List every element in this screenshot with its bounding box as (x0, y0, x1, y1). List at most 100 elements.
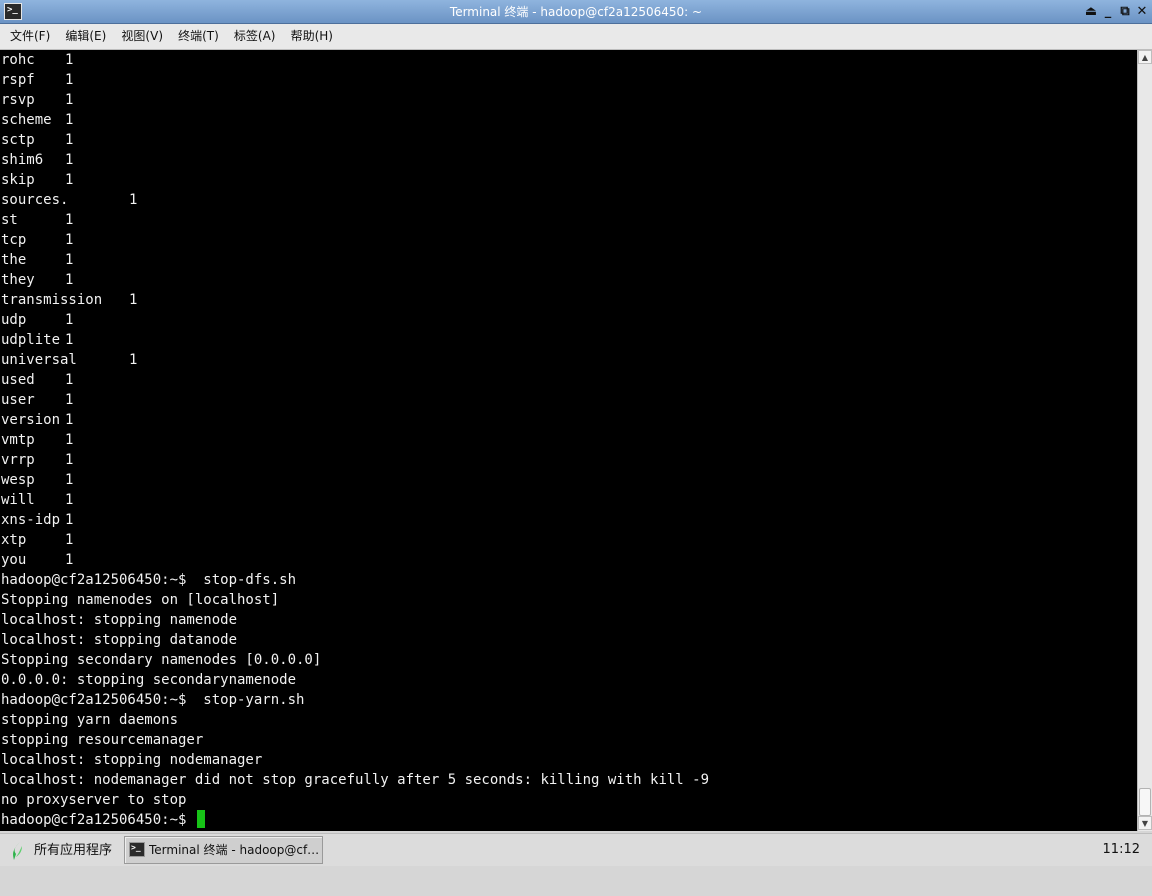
word-text: will (1, 492, 35, 508)
word-text: rsvp (1, 92, 35, 108)
word-count-line: universal 1 (1, 350, 709, 370)
word-count: 1 (65, 532, 74, 548)
menu-help[interactable]: 帮助(H) (291, 24, 333, 49)
word-text: user (1, 392, 35, 408)
terminal-output-line: Stopping secondary namenodes [0.0.0.0] (1, 652, 322, 668)
word-count: 1 (65, 312, 74, 328)
word-count-line: shim6 1 (1, 150, 709, 170)
word-count-line: udplite 1 (1, 330, 709, 350)
text-cursor (196, 810, 205, 828)
word-count-line: vmtp 1 (1, 430, 709, 450)
word-count-line: rspf 1 (1, 70, 709, 90)
taskbar: 所有应用程序 >_ Terminal 终端 - hadoop@cf… 11:12 (0, 833, 1152, 866)
word-text: scheme (1, 112, 52, 128)
word-count-line: scheme 1 (1, 110, 709, 130)
word-count: 1 (65, 112, 74, 128)
word-count: 1 (65, 412, 74, 428)
menu-tabs[interactable]: 标签(A) (234, 24, 276, 49)
scroll-down-arrow-icon[interactable]: ▼ (1138, 816, 1152, 830)
word-count-line: st 1 (1, 210, 709, 230)
word-text: st (1, 212, 18, 228)
word-count-line: sctp 1 (1, 130, 709, 150)
menu-view[interactable]: 视图(V) (121, 24, 163, 49)
scrollbar-thumb[interactable] (1139, 788, 1151, 816)
word-count: 1 (65, 72, 74, 88)
taskbar-terminal-window[interactable]: >_ Terminal 终端 - hadoop@cf… (124, 836, 323, 864)
word-text: shim6 (1, 152, 44, 168)
minimize-icon[interactable]: _ (1099, 3, 1117, 21)
vertical-scrollbar[interactable]: ▲ ▼ (1137, 50, 1152, 831)
word-count-line: udp 1 (1, 310, 709, 330)
terminal-output-line: 0.0.0.0: stopping secondarynamenode (1, 672, 297, 688)
word-count: 1 (65, 392, 74, 408)
close-icon[interactable]: ✕ (1133, 3, 1151, 21)
menu-terminal[interactable]: 终端(T) (178, 24, 219, 49)
word-count: 1 (65, 452, 74, 468)
word-count-line: you 1 (1, 550, 709, 570)
word-count-line: they 1 (1, 270, 709, 290)
terminal-output-line: hadoop@cf2a12506450:~$ stop-dfs.sh (1, 572, 297, 588)
word-text: universal (1, 352, 77, 368)
word-text: transmission (1, 292, 103, 308)
word-count: 1 (65, 552, 74, 568)
terminal-output-line: hadoop@cf2a12506450:~$ stop-yarn.sh (1, 692, 305, 708)
word-count: 1 (65, 132, 74, 148)
word-count: 1 (65, 432, 74, 448)
leaf-logo-icon (13, 842, 22, 860)
word-count: 1 (129, 192, 138, 208)
word-text: tcp (1, 232, 27, 248)
restore-icon[interactable]: ⧉ (1116, 3, 1134, 21)
word-count: 1 (129, 352, 138, 368)
word-count-line: will 1 (1, 490, 709, 510)
terminal-icon: >_ (129, 842, 145, 857)
menu-edit[interactable]: 编辑(E) (65, 24, 106, 49)
word-count-line: transmission 1 (1, 290, 709, 310)
word-text: udp (1, 312, 27, 328)
word-text: sctp (1, 132, 35, 148)
word-count: 1 (65, 472, 74, 488)
word-text: rspf (1, 72, 35, 88)
all-applications-button[interactable]: 所有应用程序 (6, 837, 112, 864)
clock[interactable]: 11:12 (1103, 834, 1140, 866)
word-text: udplite (1, 332, 61, 348)
word-text: you (1, 552, 27, 568)
word-count: 1 (65, 212, 74, 228)
shell-prompt: hadoop@cf2a12506450:~$ (1, 812, 195, 828)
word-count: 1 (65, 332, 74, 348)
word-count: 1 (65, 512, 74, 528)
word-count-line: used 1 (1, 370, 709, 390)
word-text: xns-idp (1, 512, 61, 528)
word-text: vmtp (1, 432, 35, 448)
menu-file[interactable]: 文件(F) (10, 24, 50, 49)
word-count-line: version 1 (1, 410, 709, 430)
word-count-line: rsvp 1 (1, 90, 709, 110)
terminal-output-line: localhost: stopping nodemanager (1, 752, 263, 768)
word-count-line: xns-idp 1 (1, 510, 709, 530)
word-count-line: vrrp 1 (1, 450, 709, 470)
word-count-line: user 1 (1, 390, 709, 410)
window-title: Terminal 终端 - hadoop@cf2a12506450: ~ (449, 5, 703, 19)
word-text: skip (1, 172, 35, 188)
word-text: the (1, 252, 27, 268)
terminal-output-line: localhost: stopping datanode (1, 632, 238, 648)
word-count-line: sources. 1 (1, 190, 709, 210)
maximize-up-icon[interactable]: ⏏ (1082, 3, 1100, 21)
prompt-line[interactable]: hadoop@cf2a12506450:~$ (1, 810, 709, 830)
word-text: used (1, 372, 35, 388)
word-count-line: xtp 1 (1, 530, 709, 550)
word-text: rohc (1, 52, 35, 68)
word-count-line: wesp 1 (1, 470, 709, 490)
word-text: vrrp (1, 452, 35, 468)
terminal-lines: rohc 1 rspf 1 rsvp 1 scheme 1 sctp 1 shim6 1 skip 1 so… (1, 50, 709, 830)
taskbar-terminal-label: Terminal 终端 - hadoop@cf… (149, 843, 319, 857)
terminal-output-line: stopping yarn daemons (1, 712, 179, 728)
scroll-up-arrow-icon[interactable]: ▲ (1138, 50, 1152, 64)
word-count: 1 (65, 372, 74, 388)
word-count-line: rohc 1 (1, 50, 709, 70)
window-titlebar[interactable]: >_ Terminal 终端 - hadoop@cf2a12506450: ~ … (0, 0, 1152, 24)
word-count: 1 (65, 232, 74, 248)
word-count: 1 (65, 252, 74, 268)
word-count-line: skip 1 (1, 170, 709, 190)
terminal-output-area[interactable]: rohc 1 rspf 1 rsvp 1 scheme 1 sctp 1 shim6 1 skip 1 so… (0, 50, 1137, 831)
word-text: they (1, 272, 35, 288)
